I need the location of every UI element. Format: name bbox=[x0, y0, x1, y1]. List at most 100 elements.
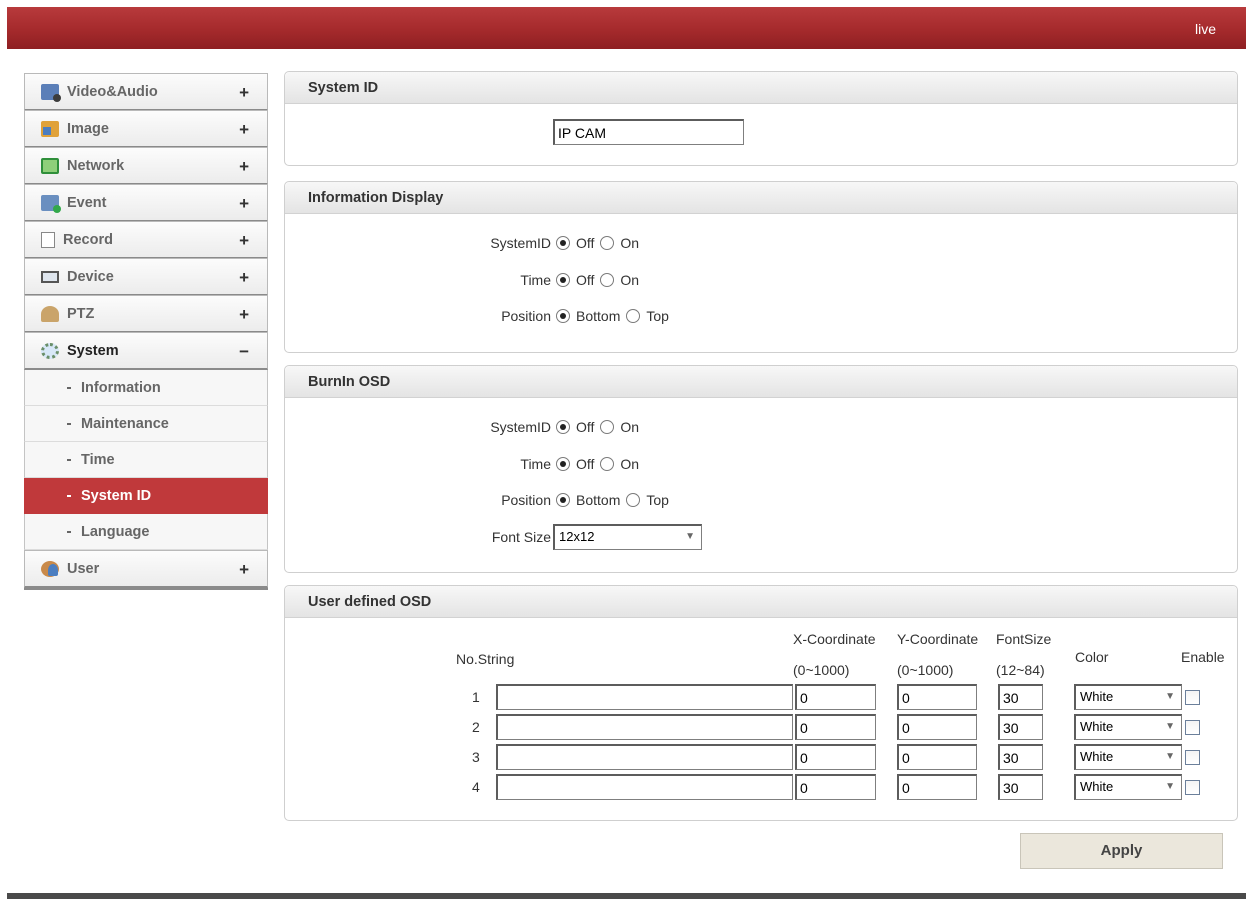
row-number: 1 bbox=[472, 689, 480, 705]
osd-enable-checkbox[interactable] bbox=[1185, 750, 1200, 765]
col-header-x-range: (0~1000) bbox=[793, 662, 850, 678]
burnin-systemid-radio-group: Off On bbox=[556, 419, 645, 435]
sidebar-item-label: Network bbox=[67, 157, 125, 174]
event-icon bbox=[41, 194, 61, 213]
radio-label: Off bbox=[576, 235, 595, 251]
font-size-select[interactable]: 12x12 ▼ bbox=[553, 524, 702, 550]
osd-fontsize-input[interactable] bbox=[998, 744, 1043, 770]
osd-color-select[interactable]: White ▼ bbox=[1074, 714, 1182, 740]
osd-x-input[interactable] bbox=[795, 684, 876, 710]
user-defined-osd-panel: User defined OSD No.String X-Coordinate … bbox=[284, 585, 1238, 821]
sidebar-item-device[interactable]: Device + bbox=[24, 258, 268, 296]
osd-string-input[interactable] bbox=[496, 744, 793, 770]
osd-color-select[interactable]: White ▼ bbox=[1074, 774, 1182, 800]
info-position-label: Position bbox=[501, 308, 551, 324]
col-header-no-string: No.String bbox=[456, 651, 515, 667]
sidebar-item-image[interactable]: Image + bbox=[24, 110, 268, 148]
osd-fontsize-input[interactable] bbox=[998, 774, 1043, 800]
sidebar-subitem-language[interactable]: Language bbox=[24, 514, 268, 550]
sidebar-item-video-audio[interactable]: Video&Audio + bbox=[24, 73, 268, 111]
osd-string-input[interactable] bbox=[496, 684, 793, 710]
sidebar-item-label: PTZ bbox=[67, 305, 95, 322]
chevron-down-icon: ▼ bbox=[1165, 781, 1175, 792]
system-id-panel: System ID System ID bbox=[284, 71, 1238, 166]
osd-color-select[interactable]: White ▼ bbox=[1074, 744, 1182, 770]
info-position-top-radio[interactable] bbox=[626, 309, 641, 323]
burnin-position-bottom-radio[interactable] bbox=[556, 493, 570, 507]
info-systemid-off-radio[interactable] bbox=[556, 236, 570, 250]
row-number: 2 bbox=[472, 719, 480, 735]
osd-fontsize-input[interactable] bbox=[998, 684, 1043, 710]
info-systemid-on-radio[interactable] bbox=[600, 236, 615, 250]
col-header-y: Y-Coordinate bbox=[897, 631, 979, 647]
osd-color-value: White bbox=[1080, 779, 1114, 794]
osd-string-input[interactable] bbox=[496, 714, 793, 740]
radio-label: Bottom bbox=[576, 492, 621, 508]
osd-y-input[interactable] bbox=[897, 684, 977, 710]
osd-enable-checkbox[interactable] bbox=[1185, 720, 1200, 735]
osd-enable-checkbox[interactable] bbox=[1185, 780, 1200, 795]
bullet-icon bbox=[67, 530, 71, 533]
radio-label: On bbox=[620, 235, 640, 251]
information-display-panel: Information Display SystemID Off On Time… bbox=[284, 181, 1238, 353]
user-icon bbox=[41, 560, 59, 577]
ptz-icon bbox=[41, 305, 59, 322]
expand-icon: + bbox=[239, 560, 249, 579]
sidebar-subitem-label: Maintenance bbox=[81, 415, 169, 432]
burnin-systemid-on-radio[interactable] bbox=[600, 420, 615, 434]
sidebar-subitem-information[interactable]: Information bbox=[24, 370, 268, 406]
sidebar-subitem-maintenance[interactable]: Maintenance bbox=[24, 406, 268, 442]
osd-y-input[interactable] bbox=[897, 714, 977, 740]
burnin-osd-panel: BurnIn OSD SystemID Off On Time Off On P… bbox=[284, 365, 1238, 573]
osd-string-input[interactable] bbox=[496, 774, 793, 800]
info-time-off-radio[interactable] bbox=[556, 273, 570, 287]
row-number: 3 bbox=[472, 749, 480, 765]
osd-y-input[interactable] bbox=[897, 774, 977, 800]
osd-x-input[interactable] bbox=[795, 774, 876, 800]
sidebar-item-network[interactable]: Network + bbox=[24, 147, 268, 185]
font-size-label: Font Size bbox=[491, 529, 551, 545]
radio-label: On bbox=[620, 456, 640, 472]
live-link[interactable]: live bbox=[1195, 21, 1216, 37]
row-number: 4 bbox=[472, 779, 480, 795]
record-icon bbox=[41, 231, 55, 248]
sidebar-item-event[interactable]: Event + bbox=[24, 184, 268, 222]
apply-button[interactable]: Apply bbox=[1020, 833, 1223, 869]
sidebar-subitem-time[interactable]: Time bbox=[24, 442, 268, 478]
radio-label: On bbox=[620, 419, 640, 435]
burnin-time-on-radio[interactable] bbox=[600, 457, 615, 471]
expand-icon: + bbox=[239, 231, 249, 250]
burnin-time-radio-group: Off On bbox=[556, 456, 645, 472]
sidebar-item-label: Event bbox=[67, 194, 107, 211]
info-time-radio-group: Off On bbox=[556, 272, 645, 288]
system-id-input[interactable] bbox=[553, 119, 744, 145]
osd-x-input[interactable] bbox=[795, 714, 876, 740]
sidebar-item-system[interactable]: System − bbox=[24, 332, 268, 370]
osd-x-input[interactable] bbox=[795, 744, 876, 770]
sidebar-subitem-label: Time bbox=[81, 451, 115, 468]
burnin-position-top-radio[interactable] bbox=[626, 493, 641, 507]
sidebar-subitem-system-id[interactable]: System ID bbox=[24, 478, 268, 514]
expand-icon: + bbox=[239, 83, 249, 102]
sidebar-item-label: User bbox=[67, 560, 100, 577]
chevron-down-icon: ▼ bbox=[685, 531, 695, 542]
sidebar-item-record[interactable]: Record + bbox=[24, 221, 268, 259]
sidebar-item-user[interactable]: User + bbox=[24, 550, 268, 588]
osd-y-input[interactable] bbox=[897, 744, 977, 770]
osd-enable-checkbox[interactable] bbox=[1185, 690, 1200, 705]
burnin-systemid-off-radio[interactable] bbox=[556, 420, 570, 434]
osd-color-select[interactable]: White ▼ bbox=[1074, 684, 1182, 710]
burnin-systemid-label: SystemID bbox=[490, 419, 551, 435]
info-position-bottom-radio[interactable] bbox=[556, 309, 570, 323]
col-header-x: X-Coordinate bbox=[793, 631, 876, 647]
sidebar-item-label: System bbox=[67, 342, 119, 359]
osd-fontsize-input[interactable] bbox=[998, 714, 1043, 740]
info-time-label: Time bbox=[520, 272, 551, 288]
burnin-position-radio-group: Bottom Top bbox=[556, 492, 675, 508]
panel-title: User defined OSD bbox=[285, 586, 1237, 618]
sidebar-item-ptz[interactable]: PTZ + bbox=[24, 295, 268, 333]
sidebar-subitem-label: System ID bbox=[81, 487, 152, 504]
burnin-time-off-radio[interactable] bbox=[556, 457, 570, 471]
info-time-on-radio[interactable] bbox=[600, 273, 615, 287]
panel-title: Information Display bbox=[285, 182, 1237, 214]
